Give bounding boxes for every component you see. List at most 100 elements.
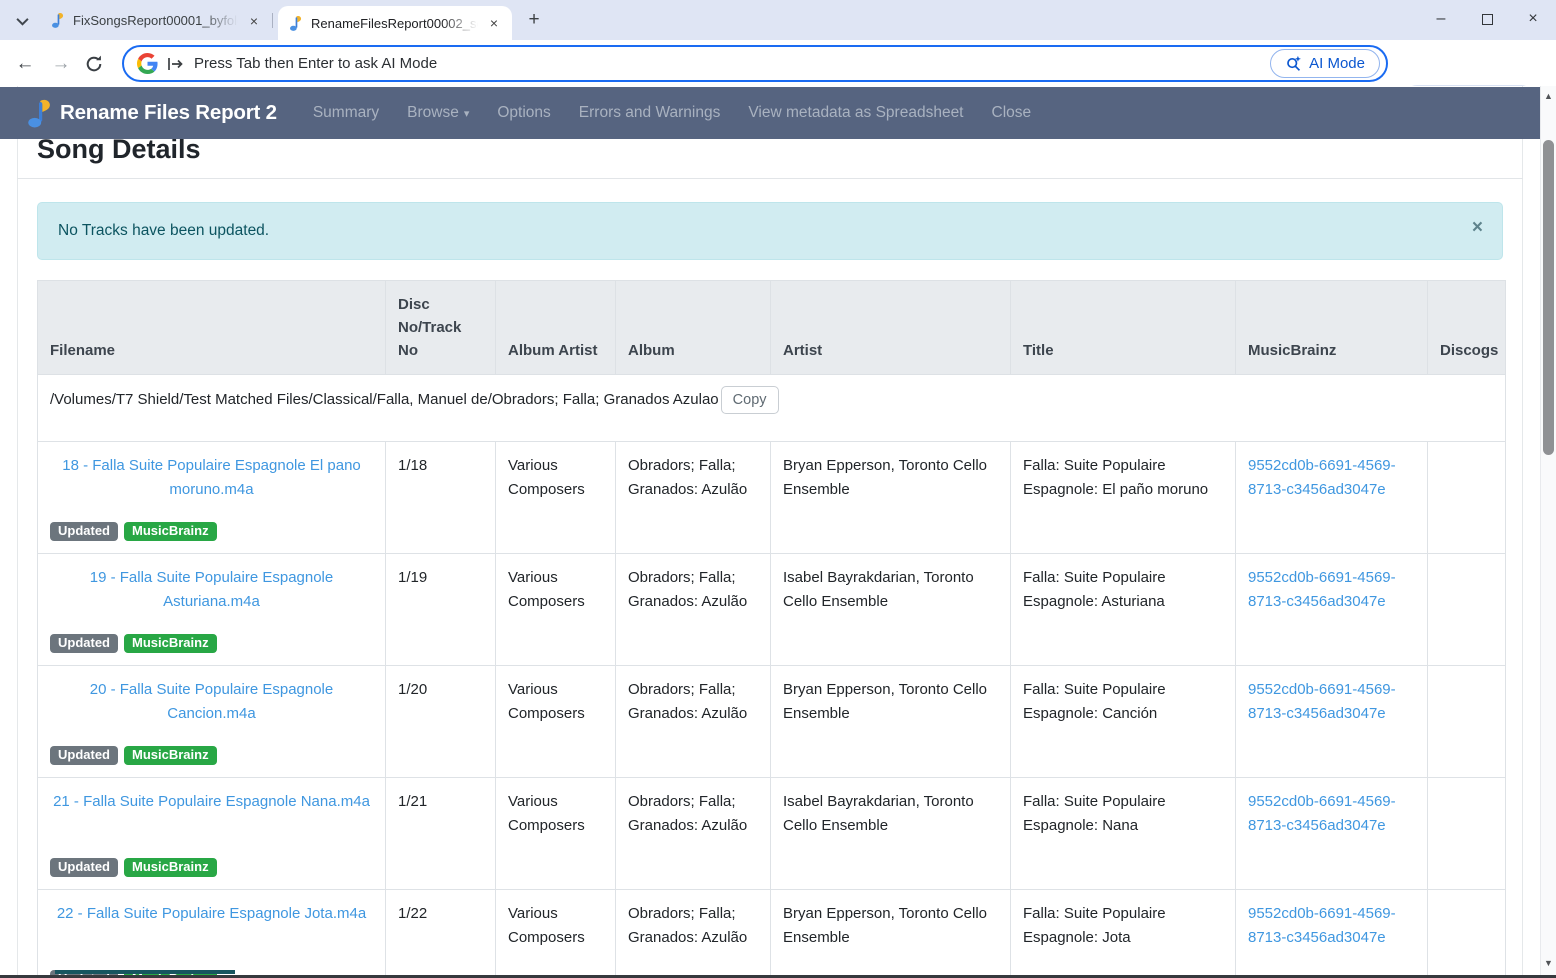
title-cell: Falla: Suite Populaire Espagnole: Jota [1011,890,1236,976]
address-bar-placeholder: Press Tab then Enter to ask AI Mode [194,55,1261,72]
disc-cell: 1/18 [386,442,496,554]
nav-item-options[interactable]: Options [483,104,564,122]
alert-close-icon[interactable]: × [1472,217,1483,239]
filename-link[interactable]: 19 - Falla Suite Populaire Espagnole Ast… [50,566,373,614]
title-cell: Falla: Suite Populaire Espagnole: Asturi… [1011,554,1236,666]
updated-badge: Updated [50,858,118,877]
folder-path-cell: /Volumes/T7 Shield/Test Matched Files/Cl… [38,375,1506,442]
alert-message: No Tracks have been updated. [58,222,269,239]
close-tab-icon[interactable]: × [486,15,502,31]
musicbrainz-link[interactable]: 9552cd0b-6691-4569-8713-c3456ad3047e [1248,569,1396,610]
folder-path-row: /Volumes/T7 Shield/Test Matched Files/Cl… [38,375,1506,442]
tab-fixsongs-report[interactable]: FixSongsReport00001_byfolder0 × [40,7,272,34]
artist-cell: Bryan Epperson, Toronto Cello Ensemble [771,442,1011,554]
maximize-icon [1482,14,1493,25]
badge-row: UpdatedMusicBrainz [50,858,373,877]
badge-row: UpdatedMusicBrainz [50,746,373,765]
filename-link[interactable]: 22 - Falla Suite Populaire Espagnole Jot… [50,902,373,926]
scroll-down-icon[interactable]: ▼ [1541,958,1556,968]
close-tab-icon[interactable]: × [246,13,262,29]
column-header: Title [1011,281,1236,375]
tab-title: FixSongsReport00001_byfolder0 [73,13,238,28]
album-artist-cell: Various Composers [496,778,616,890]
scrollbar-thumb[interactable] [1543,140,1554,455]
album-cell: Obradors; Falla; Granados: Azulão [616,666,771,778]
artist-cell: Isabel Bayrakdarian, Toronto Cello Ensem… [771,554,1011,666]
column-header: Disc No/Track No [386,281,496,375]
table-row: 19 - Falla Suite Populaire Espagnole Ast… [38,554,1506,666]
ai-search-icon [1285,55,1302,72]
chevron-down-icon [16,17,29,26]
page-scrollbar[interactable]: ▲ ▼ [1540,86,1556,975]
minimize-button[interactable]: – [1418,0,1464,38]
updated-badge: Updated [50,634,118,653]
album-cell: Obradors; Falla; Granados: Azulão [616,442,771,554]
address-bar[interactable]: Press Tab then Enter to ask AI Mode AI M… [122,45,1388,82]
filename-cell: 20 - Falla Suite Populaire Espagnole Can… [38,666,386,778]
copy-button[interactable]: Copy [721,386,779,414]
tab-rename-files-report[interactable]: RenameFilesReport00002_song × [278,6,512,40]
musicbrainz-cell: 9552cd0b-6691-4569-8713-c3456ad3047e [1236,666,1428,778]
discogs-cell [1428,554,1506,666]
tab-cursor-icon [167,57,185,71]
musicbrainz-badge: MusicBrainz [124,746,217,765]
filename-link[interactable]: 20 - Falla Suite Populaire Espagnole Can… [50,678,373,726]
album-artist-cell: Various Composers [496,666,616,778]
app-navbar: Rename Files Report 2 SummaryBrowse▾Opti… [0,87,1540,139]
disc-cell: 1/22 [386,890,496,976]
scroll-up-icon[interactable]: ▲ [1541,91,1556,101]
musicbrainz-link[interactable]: 9552cd0b-6691-4569-8713-c3456ad3047e [1248,457,1396,498]
badge-row: UpdatedMusicBrainz [50,522,373,541]
new-tab-button[interactable]: + [522,8,546,32]
filename-cell: 22 - Falla Suite Populaire Espagnole Jot… [38,890,386,976]
report-card: Song Details No Tracks have been updated… [17,86,1523,975]
table-row: 22 - Falla Suite Populaire Espagnole Jot… [38,890,1506,976]
back-button[interactable]: ← [12,51,38,77]
musicbrainz-link[interactable]: 9552cd0b-6691-4569-8713-c3456ad3047e [1248,793,1396,834]
artist-cell: Bryan Epperson, Toronto Cello Ensemble [771,666,1011,778]
updated-badge: Updated [50,522,118,541]
musicbrainz-badge: MusicBrainz [124,634,217,653]
tab-search-button[interactable] [10,9,34,33]
nav-item-close[interactable]: Close [978,104,1046,122]
filename-cell: 18 - Falla Suite Populaire Espagnole El … [38,442,386,554]
column-header: Album [616,281,771,375]
nav-item-summary[interactable]: Summary [299,104,393,122]
ai-mode-button[interactable]: AI Mode [1270,49,1380,78]
reload-button[interactable] [84,54,104,74]
album-artist-cell: Various Composers [496,554,616,666]
column-header: Artist [771,281,1011,375]
maximize-button[interactable] [1464,0,1510,38]
column-header: MusicBrainz [1236,281,1428,375]
music-note-logo-icon [26,98,52,128]
album-cell: Obradors; Falla; Granados: Azulão [616,890,771,976]
column-header: Discogs [1428,281,1506,375]
music-note-icon [288,15,303,32]
filename-cell: 21 - Falla Suite Populaire Espagnole Nan… [38,778,386,890]
info-alert: No Tracks have been updated. × [37,202,1503,260]
status-bubble [55,970,235,974]
discogs-cell [1428,890,1506,976]
tab-separator [272,13,273,28]
musicbrainz-cell: 9552cd0b-6691-4569-8713-c3456ad3047e [1236,442,1428,554]
disc-cell: 1/19 [386,554,496,666]
musicbrainz-cell: 9552cd0b-6691-4569-8713-c3456ad3047e [1236,554,1428,666]
discogs-cell [1428,666,1506,778]
filename-link[interactable]: 21 - Falla Suite Populaire Espagnole Nan… [50,790,373,814]
filename-link[interactable]: 18 - Falla Suite Populaire Espagnole El … [50,454,373,502]
musicbrainz-link[interactable]: 9552cd0b-6691-4569-8713-c3456ad3047e [1248,681,1396,722]
nav-item-browse[interactable]: Browse▾ [393,104,483,122]
title-cell: Falla: Suite Populaire Espagnole: El pañ… [1011,442,1236,554]
close-window-button[interactable]: × [1510,0,1556,38]
nav-item-errors-and-warnings[interactable]: Errors and Warnings [565,104,735,122]
folder-path: /Volumes/T7 Shield/Test Matched Files/Cl… [50,391,719,408]
music-note-icon [50,12,65,29]
app-brand[interactable]: Rename Files Report 2 [26,98,277,128]
musicbrainz-cell: 9552cd0b-6691-4569-8713-c3456ad3047e [1236,778,1428,890]
forward-button[interactable]: → [48,51,74,77]
nav-item-view-metadata-as-spreadsheet[interactable]: View metadata as Spreadsheet [734,104,977,122]
filename-cell: 19 - Falla Suite Populaire Espagnole Ast… [38,554,386,666]
album-cell: Obradors; Falla; Granados: Azulão [616,778,771,890]
musicbrainz-link[interactable]: 9552cd0b-6691-4569-8713-c3456ad3047e [1248,905,1396,946]
title-cell: Falla: Suite Populaire Espagnole: Canció… [1011,666,1236,778]
